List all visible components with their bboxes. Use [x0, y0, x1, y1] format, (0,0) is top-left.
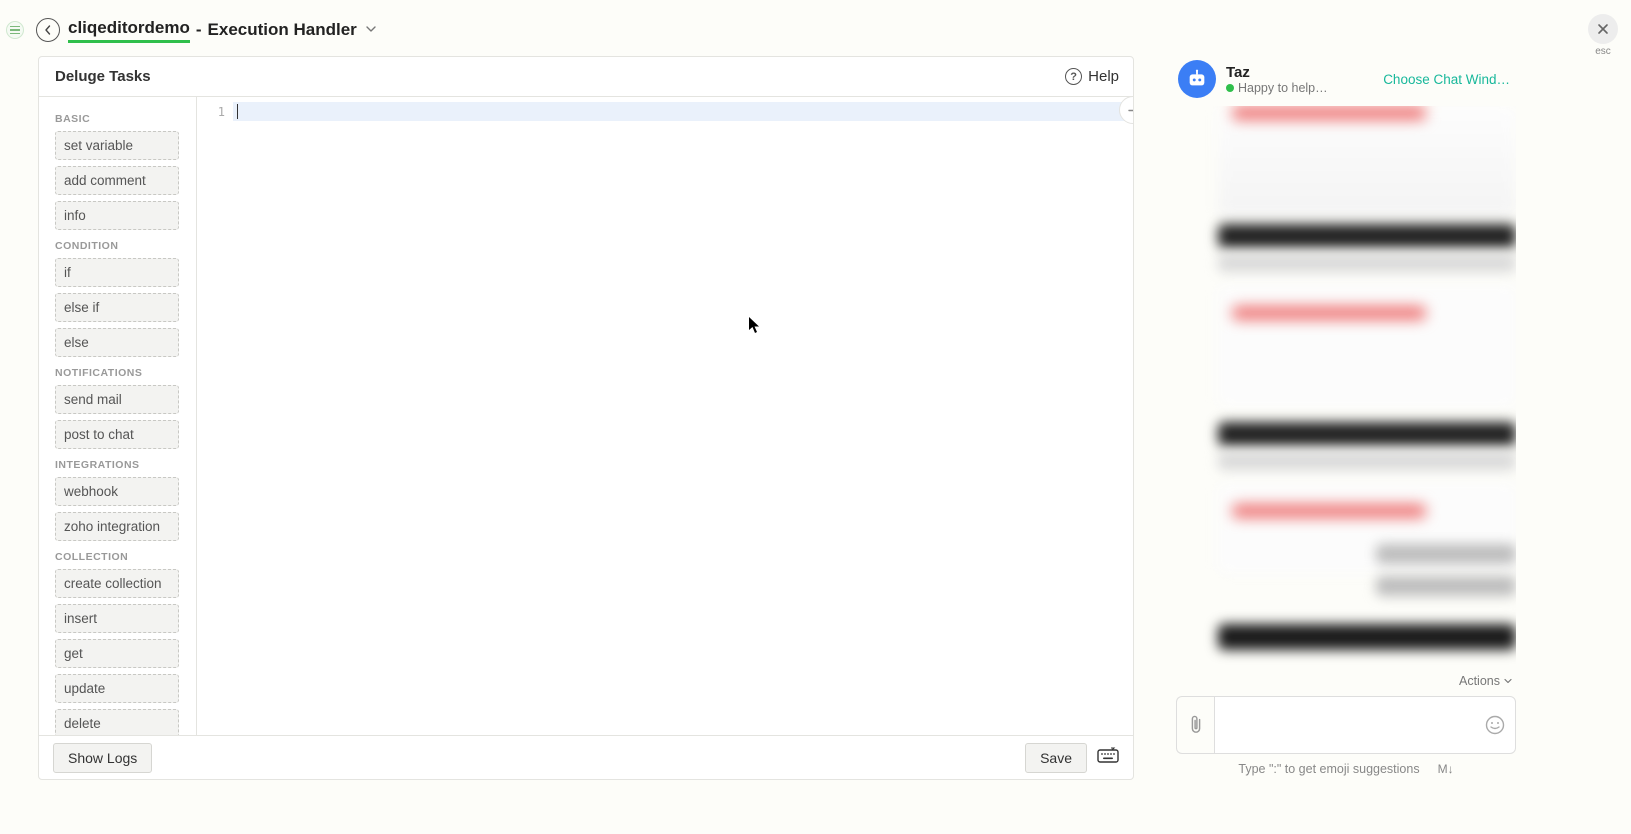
text-cursor [237, 104, 238, 119]
chat-hint-row: Type ":" to get emoji suggestions M↓ [1176, 758, 1516, 780]
emoji-button[interactable] [1485, 715, 1505, 735]
task-category-integrations: INTEGRATIONS [55, 459, 188, 471]
choose-chat-window-link[interactable]: Choose Chat Wind… [1383, 72, 1510, 87]
menu-hamburger[interactable] [6, 21, 24, 39]
panel-body: BASIC set variable add comment info COND… [39, 97, 1133, 735]
active-line-highlight [233, 102, 1133, 121]
blurred-content [1232, 106, 1426, 120]
blurred-content [1232, 504, 1426, 518]
back-button[interactable] [36, 18, 60, 42]
chat-actions-dropdown[interactable]: Actions [1176, 670, 1516, 692]
blurred-content [1376, 544, 1516, 564]
chevron-left-icon [43, 25, 53, 35]
task-delete[interactable]: delete [55, 709, 179, 735]
tasks-sidebar: BASIC set variable add comment info COND… [39, 97, 197, 735]
title-dash: - [196, 20, 202, 40]
paperclip-icon [1187, 714, 1205, 736]
chevron-down-icon [365, 23, 377, 35]
task-else-if[interactable]: else if [55, 293, 179, 322]
bot-avatar[interactable] [1178, 60, 1216, 98]
task-category-collection: COLLECTION [55, 551, 188, 563]
emoji-hint: Type ":" to get emoji suggestions [1238, 762, 1419, 776]
task-webhook[interactable]: webhook [55, 477, 179, 506]
task-get[interactable]: get [55, 639, 179, 668]
panel-title: Deluge Tasks [55, 68, 151, 85]
handler-name: Execution Handler [208, 20, 357, 40]
hamburger-line [10, 26, 20, 28]
code-editor[interactable]: 1 [197, 97, 1133, 735]
blurred-content [1218, 254, 1516, 272]
task-category-basic: BASIC [55, 113, 188, 125]
actions-label: Actions [1459, 674, 1500, 688]
panel-footer: Show Logs Save [39, 735, 1133, 779]
chat-message-area[interactable] [1176, 106, 1516, 670]
save-button[interactable]: Save [1025, 743, 1087, 773]
task-send-mail[interactable]: send mail [55, 385, 179, 414]
markdown-indicator[interactable]: M↓ [1438, 762, 1454, 776]
task-info[interactable]: info [55, 201, 179, 230]
attach-button[interactable] [1176, 696, 1214, 754]
page-title: cliqeditordemo - Execution Handler [68, 18, 377, 43]
hamburger-line [10, 29, 20, 31]
smile-icon [1485, 715, 1505, 735]
esc-label: esc [1585, 46, 1621, 57]
close-button[interactable] [1588, 14, 1618, 44]
task-add-comment[interactable]: add comment [55, 166, 179, 195]
blurred-content [1218, 422, 1516, 446]
line-gutter: 1 [197, 97, 233, 735]
keyboard-shortcuts-button[interactable] [1097, 747, 1119, 768]
chat-header: Taz Happy to help… Choose Chat Wind… [1176, 56, 1516, 102]
chevron-down-icon [1504, 674, 1512, 688]
title-dropdown[interactable] [365, 20, 377, 40]
blurred-content [1218, 106, 1516, 216]
chat-input-row [1176, 696, 1516, 754]
task-category-condition: CONDITION [55, 240, 188, 252]
task-update[interactable]: update [55, 674, 179, 703]
blurred-content [1218, 452, 1516, 470]
app-name: cliqeditordemo [68, 18, 190, 43]
chat-bot-name: Taz [1226, 64, 1328, 81]
status-text: Happy to help… [1238, 81, 1328, 95]
help-label: Help [1088, 68, 1119, 85]
task-create-collection[interactable]: create collection [55, 569, 179, 598]
task-insert[interactable]: insert [55, 604, 179, 633]
task-if[interactable]: if [55, 258, 179, 287]
line-number: 1 [197, 105, 225, 119]
chat-panel: Taz Happy to help… Choose Chat Wind… Act… [1176, 56, 1516, 780]
task-category-notifications: NOTIFICATIONS [55, 367, 188, 379]
blurred-content [1232, 306, 1426, 320]
chat-user-info: Taz Happy to help… [1226, 64, 1328, 95]
editor-panel: Deluge Tasks ? Help BASIC set variable a… [38, 56, 1134, 780]
chat-bot-status: Happy to help… [1226, 81, 1328, 95]
chat-input-container [1214, 696, 1516, 754]
task-zoho-integration[interactable]: zoho integration [55, 512, 179, 541]
blurred-content [1218, 286, 1516, 406]
close-icon [1597, 23, 1609, 35]
task-else[interactable]: else [55, 328, 179, 357]
task-set-variable[interactable]: set variable [55, 131, 179, 160]
arrow-right-icon [1127, 104, 1134, 117]
close-area: esc [1585, 14, 1621, 57]
chat-input[interactable] [1227, 697, 1479, 753]
top-bar: cliqeditordemo - Execution Handler [36, 14, 1511, 46]
robot-icon [1186, 68, 1208, 90]
help-icon: ? [1065, 68, 1082, 85]
show-logs-button[interactable]: Show Logs [53, 743, 152, 773]
hamburger-line [10, 33, 20, 35]
status-dot-icon [1226, 84, 1234, 92]
markdown-label: M↓ [1438, 762, 1454, 776]
help-link[interactable]: ? Help [1065, 68, 1119, 85]
panel-header: Deluge Tasks ? Help [39, 57, 1133, 97]
blurred-content [1218, 224, 1516, 248]
blurred-content [1376, 576, 1516, 596]
keyboard-icon [1097, 747, 1119, 763]
blurred-content [1218, 624, 1516, 650]
task-post-to-chat[interactable]: post to chat [55, 420, 179, 449]
